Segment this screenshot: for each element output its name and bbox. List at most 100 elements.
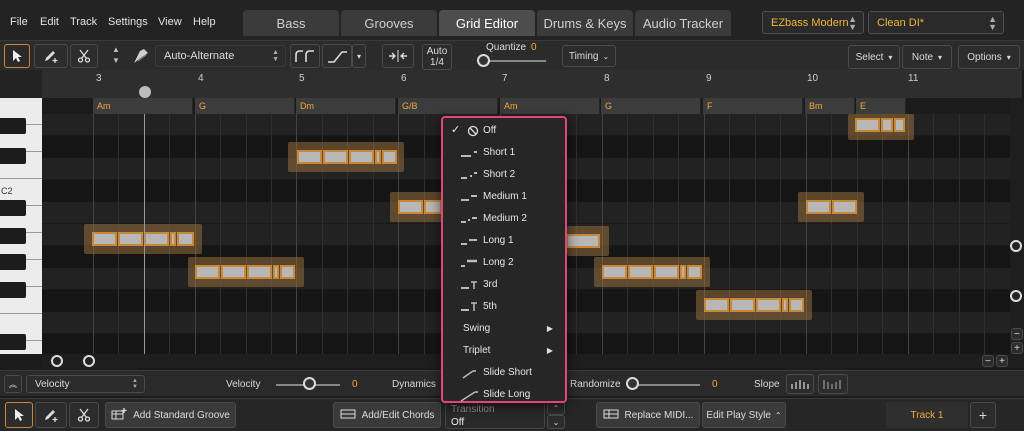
transition-down-button[interactable]: ⌄ bbox=[547, 415, 565, 429]
transition-submenu-swing[interactable]: Swing ▶ bbox=[445, 318, 563, 339]
midi-note[interactable] bbox=[177, 232, 194, 246]
midi-note[interactable] bbox=[280, 265, 295, 279]
midi-note[interactable] bbox=[221, 265, 246, 279]
menu-file[interactable]: File bbox=[10, 16, 28, 28]
midi-note[interactable] bbox=[398, 200, 423, 214]
scroll-top-handle[interactable] bbox=[1010, 240, 1022, 252]
timing-button[interactable]: Timing ⌄ bbox=[562, 45, 616, 67]
add-edit-chords-button[interactable]: Add/Edit Chords bbox=[333, 402, 441, 428]
midi-note[interactable] bbox=[894, 118, 905, 132]
midi-note[interactable] bbox=[687, 265, 702, 279]
menu-track[interactable]: Track bbox=[70, 16, 97, 28]
slide-button[interactable] bbox=[322, 44, 352, 68]
replace-midi-button[interactable]: Replace MIDI... bbox=[596, 402, 700, 428]
vertical-zoom-in-button[interactable]: + bbox=[1011, 342, 1023, 354]
midi-note[interactable] bbox=[375, 150, 381, 164]
loop-start-handle[interactable] bbox=[51, 355, 63, 367]
articulation-select[interactable]: Auto-Alternate ▲ ▼ bbox=[155, 45, 286, 67]
midi-note[interactable] bbox=[782, 298, 788, 312]
midi-note[interactable] bbox=[92, 232, 117, 246]
midi-note[interactable] bbox=[628, 265, 653, 279]
midi-note[interactable] bbox=[273, 265, 279, 279]
loop-end-handle[interactable] bbox=[83, 355, 95, 367]
zoom-in-button[interactable]: + bbox=[996, 355, 1008, 367]
grid-resolution-button[interactable]: Auto 1/4 bbox=[422, 44, 452, 70]
quantize-slider-knob[interactable] bbox=[477, 54, 490, 67]
add-standard-groove-button[interactable]: Add Standard Groove bbox=[105, 402, 236, 428]
pointer-tool-button[interactable] bbox=[5, 402, 33, 428]
chord-block[interactable]: Am bbox=[500, 98, 600, 114]
transition-option-off[interactable]: ✓ Off bbox=[445, 120, 563, 141]
transition-option-5th[interactable]: 5th bbox=[445, 296, 563, 317]
transition-option-slide-short[interactable]: Slide Short bbox=[445, 362, 563, 383]
articulation-stepper[interactable]: ▲ ▼ bbox=[106, 44, 126, 68]
midi-note[interactable] bbox=[855, 118, 880, 132]
midi-note[interactable] bbox=[247, 265, 272, 279]
zoom-out-button[interactable]: − bbox=[982, 355, 994, 367]
vertical-scroll-strip[interactable]: − + bbox=[1010, 98, 1024, 368]
slope-down-button[interactable] bbox=[818, 374, 848, 394]
velocity-slider-knob[interactable] bbox=[303, 377, 316, 390]
pencil-tool-button[interactable] bbox=[35, 402, 67, 428]
chord-block[interactable]: Bm bbox=[805, 98, 855, 114]
transition-option-medium2[interactable]: Medium 2 bbox=[445, 208, 563, 229]
midi-note[interactable] bbox=[195, 265, 220, 279]
midi-note[interactable] bbox=[730, 298, 755, 312]
transition-select[interactable]: Transition Off bbox=[445, 401, 545, 429]
transition-option-short1[interactable]: Short 1 bbox=[445, 142, 563, 163]
center-split-button[interactable] bbox=[382, 44, 414, 68]
add-track-button[interactable]: + bbox=[970, 402, 996, 428]
chord-block[interactable]: Am bbox=[93, 98, 193, 114]
slide-dropdown[interactable]: ▾ bbox=[352, 44, 366, 68]
quantize-slider-track[interactable] bbox=[486, 60, 546, 62]
midi-note[interactable] bbox=[349, 150, 374, 164]
chord-block[interactable]: G bbox=[195, 98, 295, 114]
vertical-zoom-out-button[interactable]: − bbox=[1011, 328, 1023, 340]
transition-option-short2[interactable]: Short 2 bbox=[445, 164, 563, 185]
randomize-slider-knob[interactable] bbox=[626, 377, 639, 390]
transition-option-long1[interactable]: Long 1 bbox=[445, 230, 563, 251]
tab-grid-editor[interactable]: Grid Editor bbox=[439, 10, 535, 36]
transition-option-slide-long[interactable]: Slide Long bbox=[445, 384, 563, 405]
chord-block[interactable]: E bbox=[856, 98, 906, 114]
midi-note[interactable] bbox=[118, 232, 143, 246]
tab-grooves[interactable]: Grooves bbox=[341, 10, 437, 36]
slide-up-button[interactable] bbox=[290, 44, 320, 68]
tab-drums-keys[interactable]: Drums & Keys bbox=[537, 10, 633, 36]
transition-option-medium1[interactable]: Medium 1 bbox=[445, 186, 563, 207]
edit-play-style-button[interactable]: Edit Play Style ⌃ bbox=[702, 402, 786, 428]
chord-block[interactable]: G/B bbox=[398, 98, 498, 114]
midi-note[interactable] bbox=[654, 265, 679, 279]
lane-select[interactable]: Velocity ▲ ▼ bbox=[26, 375, 145, 393]
midi-note[interactable] bbox=[704, 298, 729, 312]
scroll-bottom-handle[interactable] bbox=[1010, 290, 1022, 302]
scissors-tool-button[interactable] bbox=[70, 44, 98, 68]
menu-settings[interactable]: Settings bbox=[108, 16, 148, 28]
transition-submenu-triplet[interactable]: Triplet ▶ bbox=[445, 340, 563, 361]
track-selector[interactable]: Track 1 bbox=[886, 402, 968, 428]
randomize-slider-track[interactable] bbox=[632, 384, 700, 386]
pencil-tool-button[interactable] bbox=[34, 44, 68, 68]
chord-block[interactable]: Dm bbox=[296, 98, 396, 114]
tab-audio-tracker[interactable]: Audio Tracker bbox=[635, 10, 731, 36]
midi-note[interactable] bbox=[680, 265, 686, 279]
transition-option-3rd[interactable]: 3rd bbox=[445, 274, 563, 295]
midi-note[interactable] bbox=[424, 200, 442, 214]
midi-note[interactable] bbox=[602, 265, 627, 279]
pointer-tool-button[interactable] bbox=[4, 44, 30, 68]
chord-block[interactable]: G bbox=[601, 98, 701, 114]
note-button[interactable]: Note ▾ bbox=[902, 45, 952, 69]
slope-up-button[interactable] bbox=[786, 374, 814, 394]
midi-note[interactable] bbox=[144, 232, 169, 246]
library-select[interactable]: EZbass Modern ▲ ▼ bbox=[762, 11, 864, 34]
playhead-handle[interactable] bbox=[139, 86, 151, 98]
midi-note[interactable] bbox=[881, 118, 893, 132]
midi-note[interactable] bbox=[382, 150, 397, 164]
menu-view[interactable]: View bbox=[158, 16, 182, 28]
options-button[interactable]: Options ▾ bbox=[958, 45, 1020, 69]
scissors-tool-button[interactable] bbox=[69, 402, 99, 428]
preset-select[interactable]: Clean DI* ▲ ▼ bbox=[868, 11, 1004, 34]
menu-help[interactable]: Help bbox=[193, 16, 216, 28]
midi-note[interactable] bbox=[789, 298, 804, 312]
select-button[interactable]: Select ▾ bbox=[848, 45, 900, 69]
